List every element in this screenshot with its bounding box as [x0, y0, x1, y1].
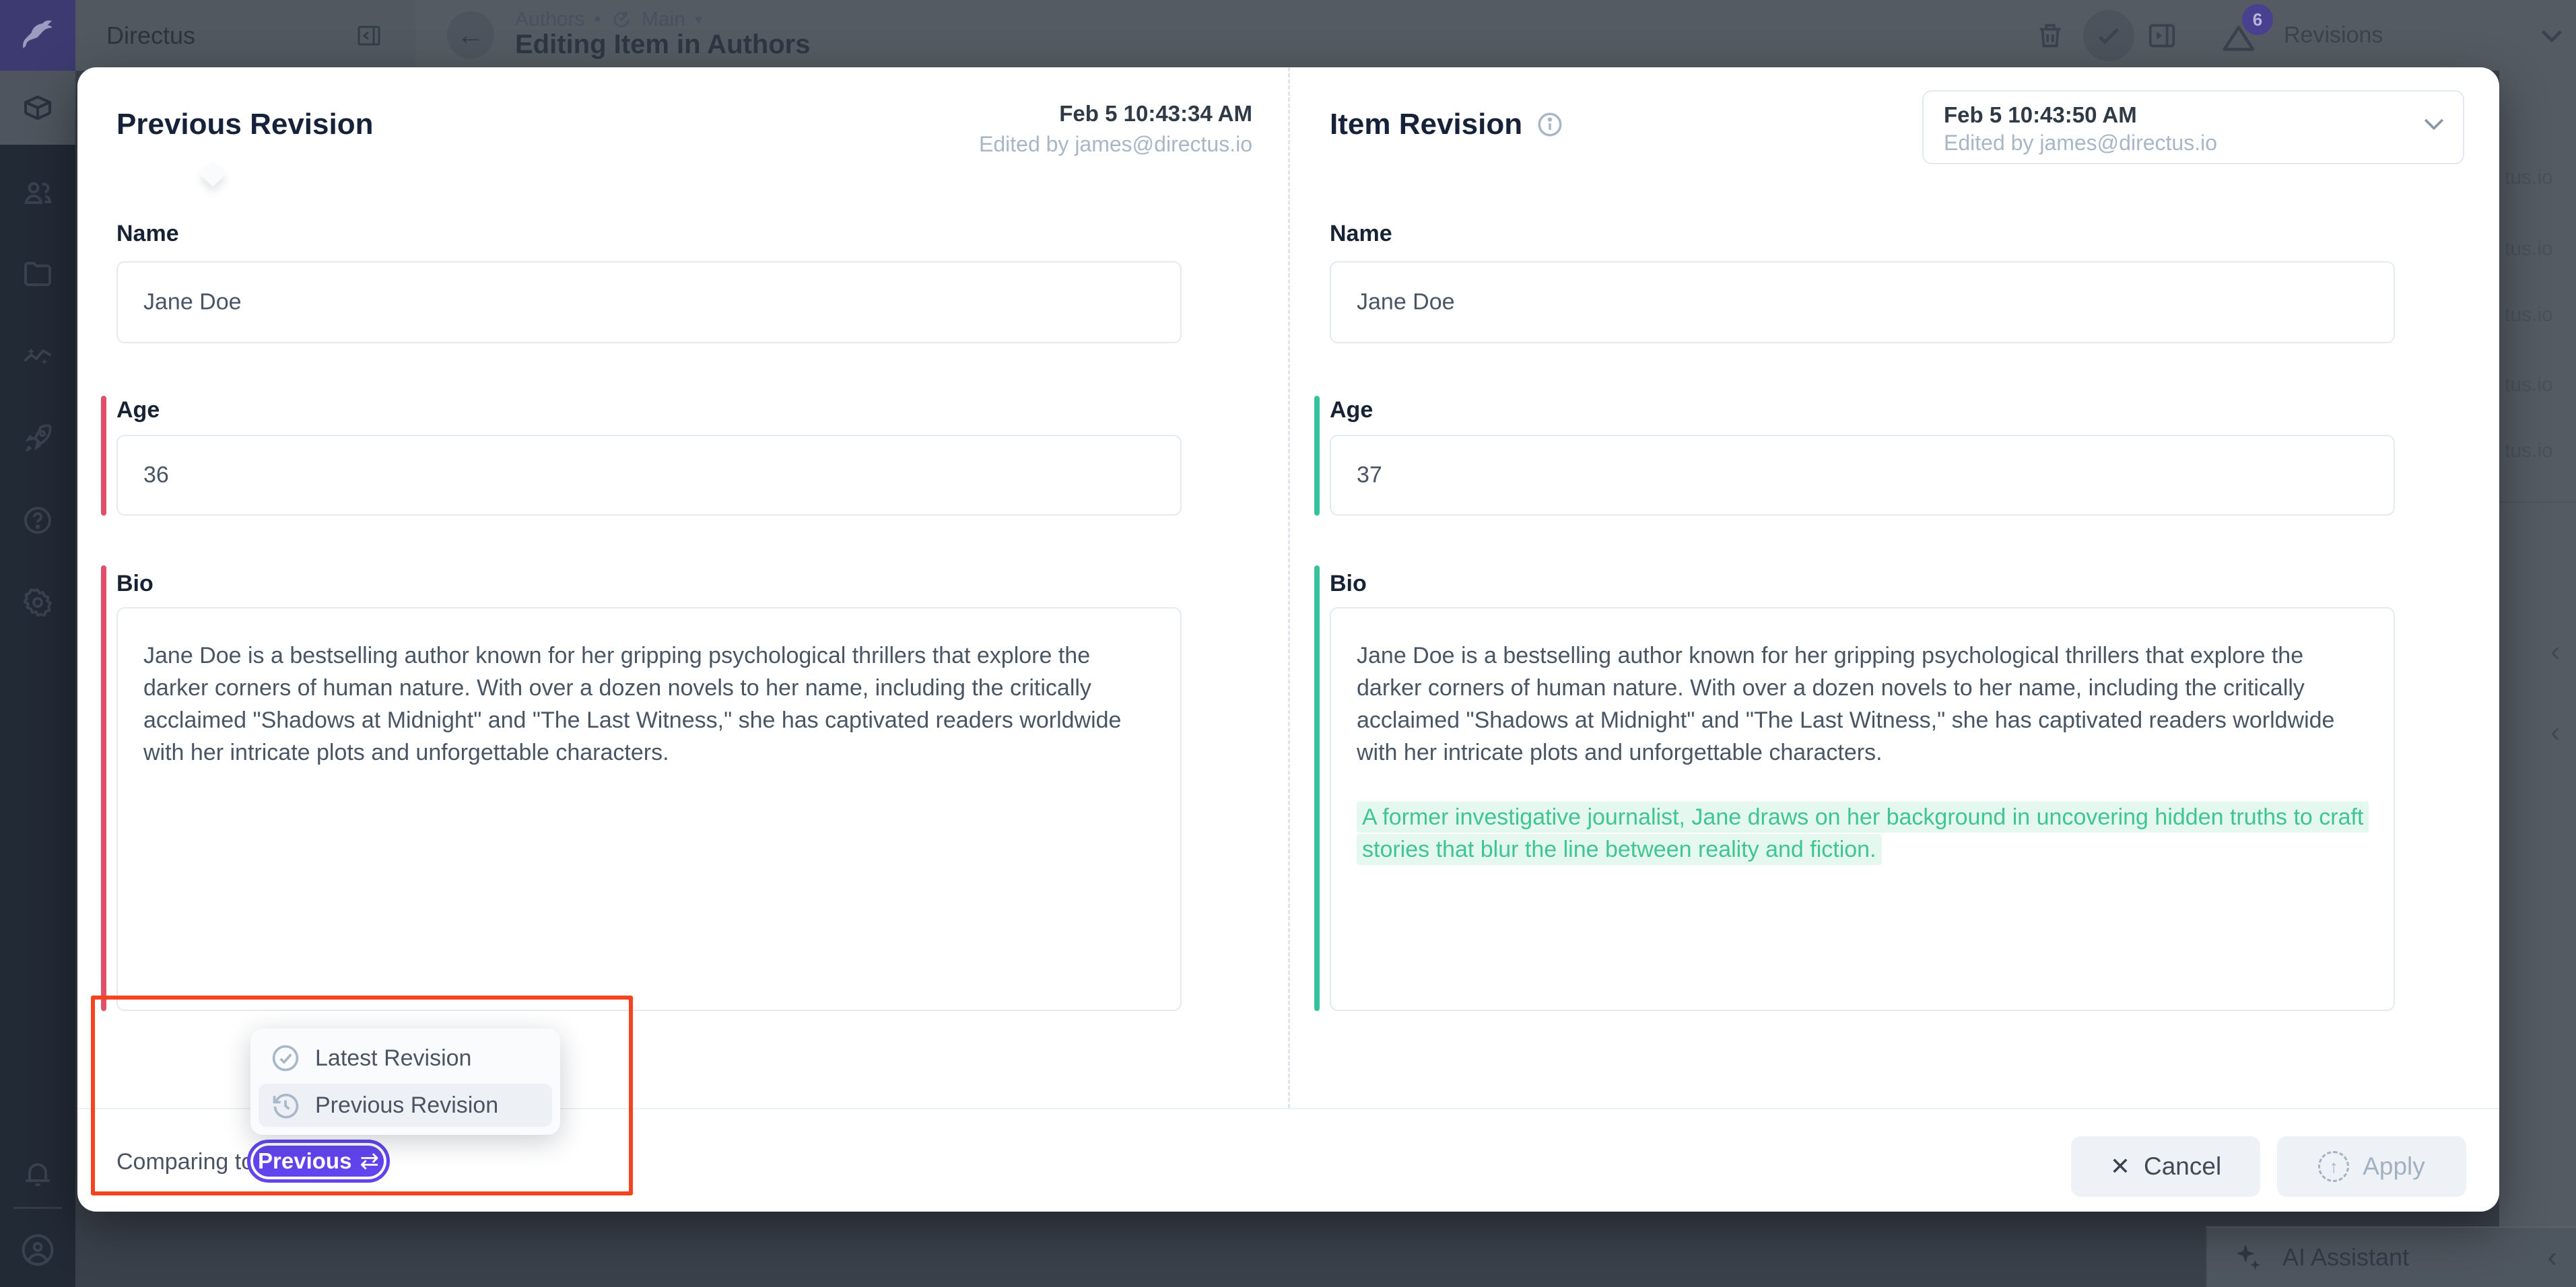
user-avatar-icon[interactable] [0, 1232, 75, 1268]
insights-icon [22, 340, 54, 372]
help-icon [22, 504, 54, 536]
collapse-nav-icon[interactable] [355, 22, 382, 49]
bio-field-label: Bio [1330, 571, 1367, 597]
previous-revision-timestamp: Feb 5 10:43:34 AM [979, 101, 1252, 127]
save-item-icon[interactable] [2083, 10, 2134, 61]
revision-email-truncated: tus.io [2505, 304, 2553, 326]
bio-textarea[interactable]: Jane Doe is a bestselling author known f… [116, 607, 1182, 1011]
apply-upload-icon: ↑ [2318, 1151, 2349, 1182]
bio-textarea[interactable]: Jane Doe is a bestselling author known f… [1330, 607, 2395, 1011]
selected-revision-edited-by: Edited by james@directus.io [1944, 131, 2217, 155]
ai-assistant-bar[interactable]: AI Assistant ‹ [2206, 1226, 2576, 1287]
version-sync-icon [611, 9, 632, 30]
previous-revision-title: Previous Revision [116, 108, 373, 141]
apply-button[interactable]: ↑ Apply [2277, 1136, 2466, 1197]
chevron-left-icon[interactable]: ‹ [2550, 635, 2561, 668]
directus-logo[interactable] [0, 0, 75, 71]
chevron-down-icon [2422, 117, 2445, 132]
module-help[interactable] [0, 504, 75, 536]
age-input[interactable]: 37 [1330, 435, 2395, 516]
revision-email-truncated: tus.io [2505, 238, 2553, 260]
revision-email-truncated: tus.io [2505, 374, 2553, 396]
item-revision-panel: Item Revision Feb 5 10:43:50 AM Edited b… [1290, 67, 2499, 1108]
change-indicator-deleted [101, 396, 106, 516]
selected-revision-timestamp: Feb 5 10:43:50 AM [1944, 102, 2137, 128]
module-settings[interactable] [0, 586, 75, 619]
previous-revision-meta: Feb 5 10:43:34 AM Edited by james@direct… [979, 101, 1252, 157]
toggle-sidebar-icon[interactable] [2146, 20, 2177, 51]
name-value: Jane Doe [1357, 289, 1455, 316]
change-indicator-added [1314, 396, 1320, 516]
rocket-icon [22, 422, 54, 454]
age-value: 37 [1357, 462, 1382, 489]
page-title: Editing Item in Authors [515, 30, 811, 60]
revisions-sidebar-label[interactable]: Revisions [2284, 0, 2383, 71]
change-indicator-deleted [101, 565, 106, 1011]
info-icon[interactable] [1536, 110, 1564, 139]
chevron-left-icon[interactable]: ‹ [2547, 1241, 2557, 1274]
revision-selector-dropdown[interactable]: Feb 5 10:43:50 AM Edited by james@direct… [1922, 90, 2464, 164]
ai-assistant-label: AI Assistant [2282, 1243, 2409, 1272]
chevron-down-icon[interactable] [2540, 28, 2564, 44]
bio-value: Jane Doe is a bestselling author known f… [1357, 639, 2368, 769]
breadcrumb[interactable]: Authors • Main ▾ [515, 8, 702, 31]
breadcrumb-collection[interactable]: Authors [515, 8, 584, 31]
module-user-directory[interactable] [0, 177, 75, 209]
revisions-count-badge: 6 [2242, 4, 2273, 35]
revision-email-truncated: tus.io [2505, 166, 2553, 189]
users-icon [22, 177, 54, 209]
module-insights[interactable] [0, 340, 75, 372]
delete-item-icon[interactable] [2035, 20, 2066, 51]
revision-compare-modal: Previous Revision Feb 5 10:43:34 AM Edit… [77, 67, 2499, 1212]
cancel-label: Cancel [2144, 1152, 2221, 1181]
module-content[interactable] [0, 71, 75, 145]
name-input[interactable]: Jane Doe [116, 261, 1182, 343]
module-bar [0, 71, 75, 1287]
apply-label: Apply [2363, 1152, 2425, 1181]
chevron-left-icon[interactable]: ‹ [2550, 716, 2561, 749]
cancel-button[interactable]: ✕ Cancel [2071, 1136, 2260, 1197]
revisions-sidebar-remnant: tus.io tus.io tus.io tus.io tus.io ‹ ‹ [2499, 71, 2576, 1226]
age-value: 36 [143, 462, 169, 489]
name-field-label: Name [1330, 221, 1392, 247]
annotation-highlight-rectangle [91, 996, 633, 1195]
project-name: Directus [106, 0, 195, 71]
previous-revision-panel: Previous Revision Feb 5 10:43:34 AM Edit… [77, 67, 1288, 1108]
previous-revision-edited-by: Edited by james@directus.io [979, 132, 1252, 157]
rabbit-icon [17, 16, 59, 55]
close-icon: ✕ [2110, 1152, 2130, 1181]
notifications-bell-icon[interactable] [0, 1158, 75, 1190]
sidebar-divider [2499, 501, 2576, 503]
change-indicator-added [1314, 565, 1320, 1011]
bio-field-label: Bio [116, 571, 154, 597]
module-marketplace[interactable] [0, 422, 75, 454]
name-value: Jane Doe [143, 289, 242, 316]
breadcrumb-version[interactable]: Main [642, 8, 685, 31]
folder-icon [22, 258, 54, 290]
cube-icon [22, 92, 54, 124]
gear-icon [22, 586, 54, 619]
breadcrumb-separator: • [594, 8, 601, 31]
bio-added-paragraph: A former investigative journalist, Jane … [1357, 801, 2368, 866]
app-root: Directus ← Authors • Main ▾ Editing Item… [0, 0, 2576, 1287]
sparkle-icon [2233, 1242, 2264, 1273]
age-field-label: Age [116, 397, 160, 423]
bio-value: Jane Doe is a bestselling author known f… [143, 639, 1155, 769]
bio-added-text: A former investigative journalist, Jane … [1357, 802, 2369, 865]
revision-email-truncated: tus.io [2505, 440, 2553, 462]
module-bar-divider [13, 1207, 62, 1209]
name-field-label: Name [116, 221, 179, 247]
version-caret-icon: ▾ [695, 11, 702, 28]
name-input[interactable]: Jane Doe [1330, 261, 2395, 343]
back-arrow-icon: ← [456, 19, 485, 51]
age-input[interactable]: 36 [116, 435, 1182, 516]
age-field-label: Age [1330, 397, 1373, 423]
top-bar: Directus ← Authors • Main ▾ Editing Item… [0, 0, 2576, 71]
back-button[interactable]: ← [447, 11, 494, 59]
item-revision-title: Item Revision [1330, 108, 1522, 141]
item-revision-title-row: Item Revision [1330, 108, 1564, 141]
module-file-library[interactable] [0, 258, 75, 290]
